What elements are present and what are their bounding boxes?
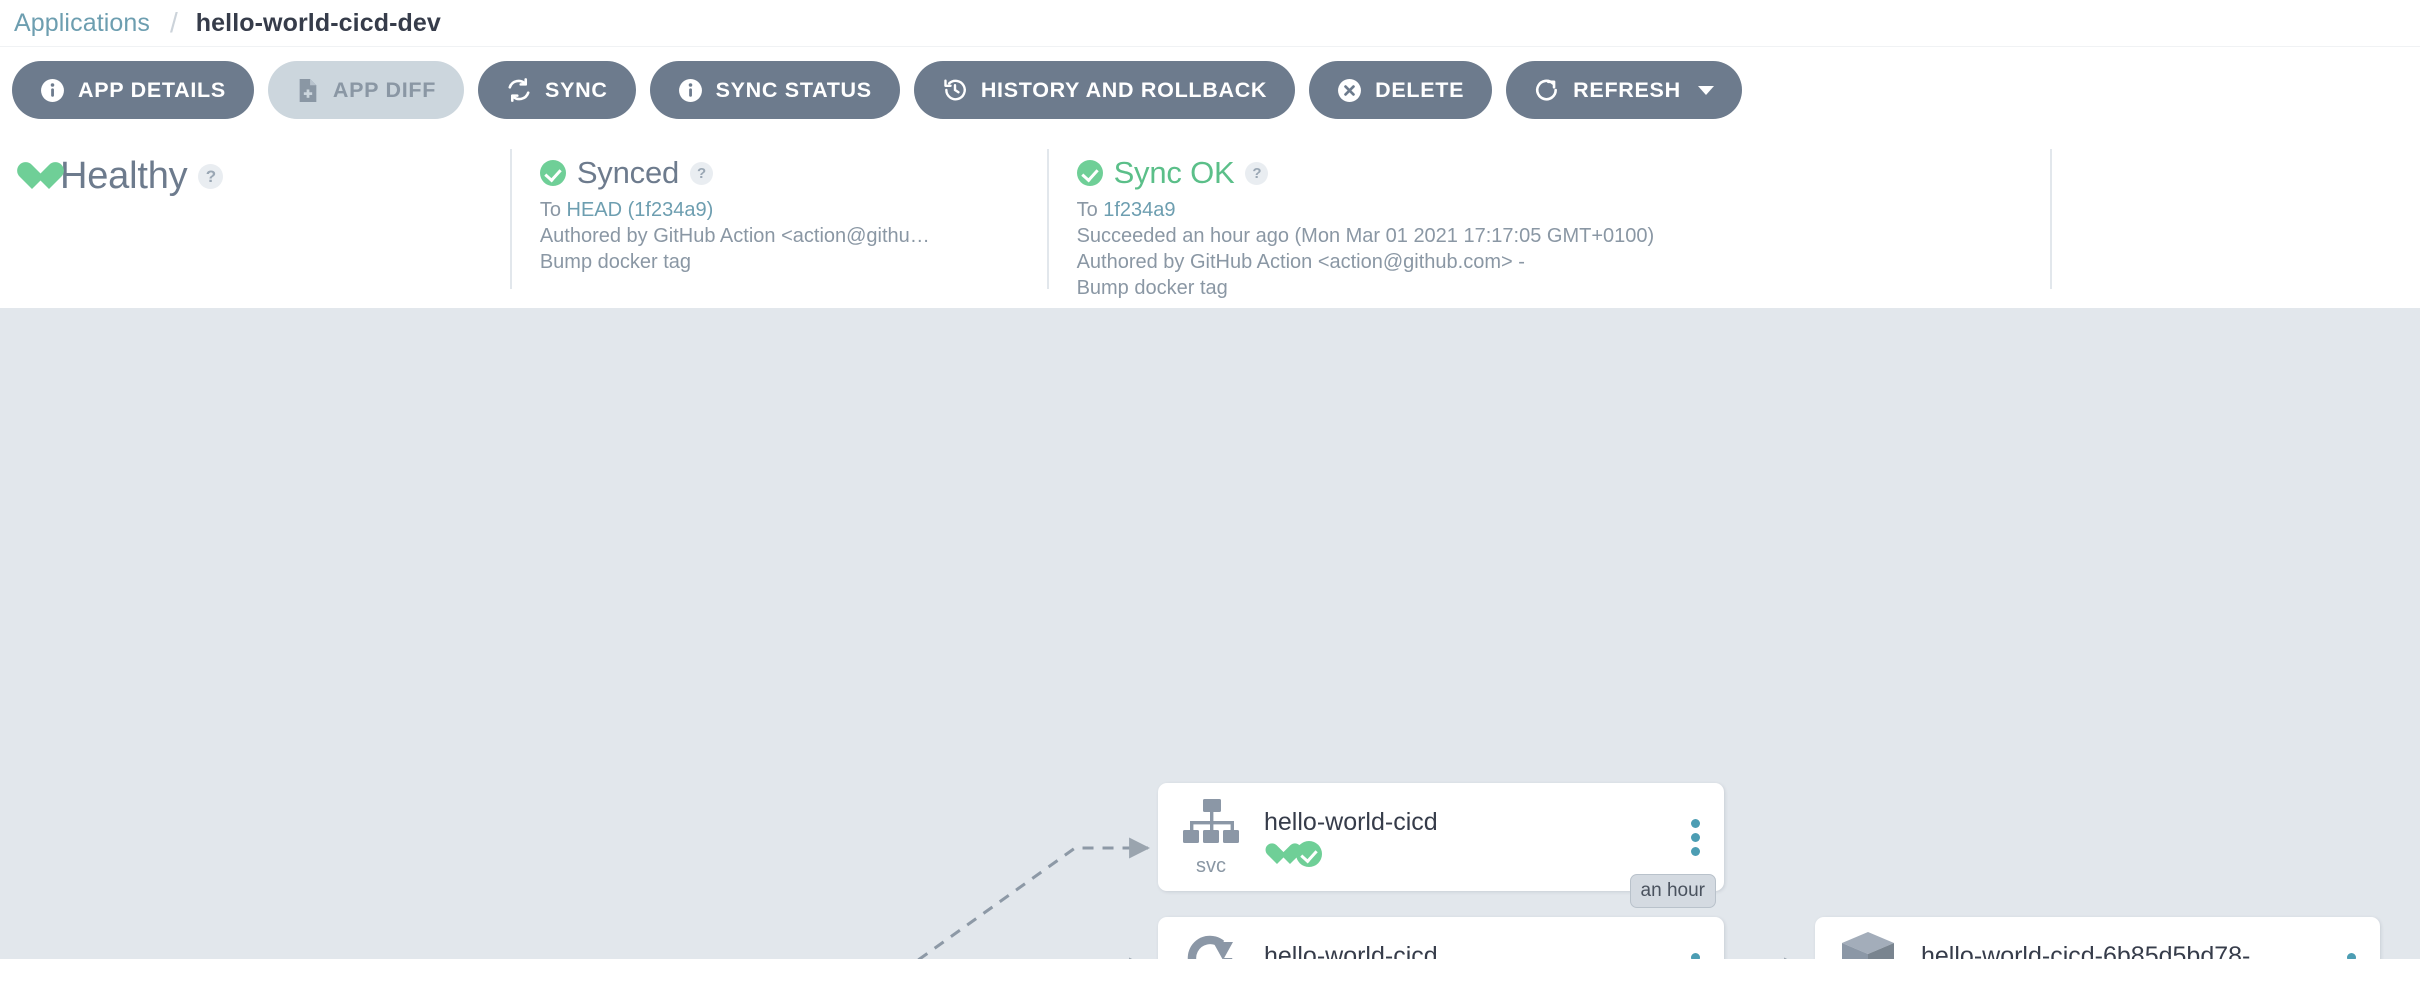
sync-help-icon[interactable]: ?: [690, 161, 714, 185]
divider: [1046, 149, 1049, 289]
sync-label: SYNC: [545, 77, 608, 102]
resource-node-svc-menu-button[interactable]: [1678, 818, 1712, 856]
operation-revision-link[interactable]: 1f234a9: [1103, 199, 1175, 221]
app-diff-label: APP DIFF: [332, 77, 437, 102]
operation-status-panel: Sync OK ? To 1f234a9 Succeeded an hour a…: [1046, 133, 2051, 308]
app-toolbar: APP DETAILS APP DIFF SYNC SYNC STATUS HI…: [0, 47, 2420, 133]
health-status-panel: Healthy ?: [16, 133, 510, 308]
resource-node-svc-kind: svc: [1196, 854, 1226, 877]
sync-status-title: Synced: [576, 155, 680, 190]
app-diff-button[interactable]: APP DIFF: [267, 61, 465, 119]
delete-button[interactable]: DELETE: [1309, 61, 1493, 119]
resource-node-deploy-body: hello-world-cicd: [1264, 941, 1678, 959]
info-icon: [40, 78, 65, 103]
resource-node-svc-badges: [1264, 841, 1668, 867]
resource-node-svc-title: hello-world-cicd: [1264, 808, 1438, 836]
operation-to-prefix: To: [1076, 199, 1104, 221]
sync-revision-link[interactable]: HEAD (1f234a9): [567, 199, 714, 221]
history-icon: [942, 77, 968, 103]
resource-tree-canvas[interactable]: hello-world-cicd-dev: [0, 308, 2420, 959]
resource-node-svc-tags: an hour: [1629, 874, 1716, 908]
divider: [509, 149, 512, 289]
operation-commit-message: Bump docker tag: [1076, 277, 1228, 299]
info-icon: [678, 78, 703, 103]
history-and-rollback-button[interactable]: HISTORY AND ROLLBACK: [913, 61, 1296, 119]
resource-node-pod-title: hello-world-cicd-6b85d5bd78-…: [1921, 942, 2276, 959]
sync-status-label: SYNC STATUS: [715, 77, 872, 102]
circular-arrow-icon: [1183, 932, 1239, 959]
status-empty-panel: [2050, 133, 2420, 308]
app-details-button[interactable]: APP DETAILS: [12, 61, 254, 119]
resource-node-svc-body: hello-world-cicd: [1264, 807, 1678, 867]
chevron-down-icon[interactable]: [1697, 85, 1714, 95]
operation-help-icon[interactable]: ?: [1245, 161, 1269, 185]
resource-node-deploy[interactable]: deploy hello-world-cicd an hour rev:1: [1158, 917, 1724, 959]
sync-author: Authored by GitHub Action <action@githu…: [539, 225, 930, 247]
cube-icon: [1839, 930, 1897, 959]
resource-node-pod-body: hello-world-cicd-6b85d5bd78-…: [1921, 941, 2334, 959]
resource-node-pod-menu-button[interactable]: [2334, 952, 2368, 959]
app-details-label: APP DETAILS: [78, 77, 226, 102]
breadcrumb-separator: /: [170, 7, 178, 38]
refresh-label: REFRESH: [1573, 77, 1681, 102]
resource-node-deploy-icon-wrap: deploy: [1158, 932, 1264, 959]
heart-icon: [16, 162, 49, 192]
app-status-bar: Healthy ? Synced ? To HEAD (1f234a9) Aut…: [0, 133, 2420, 308]
sitemap-icon: [1183, 798, 1239, 854]
close-circle-icon: [1337, 78, 1362, 103]
breadcrumb-applications-link[interactable]: Applications: [14, 9, 150, 38]
operation-succeeded: Succeeded an hour ago (Mon Mar 01 2021 1…: [1076, 225, 1655, 247]
resource-node-deploy-menu-button[interactable]: [1678, 952, 1712, 959]
tag-age: an hour: [1629, 874, 1716, 908]
refresh-icon: [1534, 77, 1560, 103]
sync-commit-message: Bump docker tag: [539, 251, 692, 273]
breadcrumb: Applications / hello-world-cicd-dev: [0, 0, 2420, 47]
check-circle-icon: [1296, 841, 1322, 867]
check-circle-icon: [1076, 160, 1103, 186]
resource-node-deploy-title: hello-world-cicd: [1264, 942, 1438, 959]
operation-status-title: Sync OK: [1113, 155, 1235, 190]
delete-label: DELETE: [1375, 77, 1465, 102]
sync-status-button[interactable]: SYNC STATUS: [649, 61, 900, 119]
resource-node-svc-icon-wrap: svc: [1158, 798, 1264, 877]
history-and-rollback-label: HISTORY AND ROLLBACK: [980, 77, 1268, 102]
sync-target-line: To HEAD (1f234a9): [540, 197, 1019, 223]
health-status-title: Healthy: [60, 155, 188, 197]
sync-to-prefix: To: [539, 199, 567, 221]
sync-status-panel: Synced ? To HEAD (1f234a9) Authored by G…: [509, 133, 1047, 308]
resource-node-pod-icon-wrap: pod: [1815, 930, 1921, 959]
refresh-button[interactable]: REFRESH: [1506, 61, 1742, 119]
divider: [2050, 149, 2053, 289]
health-help-icon[interactable]: ?: [198, 164, 224, 189]
heart-icon: [1264, 843, 1289, 866]
sync-icon: [506, 77, 532, 103]
page-title: hello-world-cicd-dev: [195, 8, 441, 37]
operation-author: Authored by GitHub Action <action@github…: [1076, 251, 1525, 273]
resource-node-svc[interactable]: svc hello-world-cicd an hour: [1158, 783, 1724, 908]
sync-button[interactable]: SYNC: [478, 61, 636, 119]
operation-target-line: To 1f234a9: [1077, 197, 2023, 223]
resource-node-pod[interactable]: pod hello-world-cicd-6b85d5bd78-… an hou…: [1815, 917, 2380, 959]
file-diff-icon: [296, 78, 320, 103]
check-circle-icon: [539, 160, 566, 186]
